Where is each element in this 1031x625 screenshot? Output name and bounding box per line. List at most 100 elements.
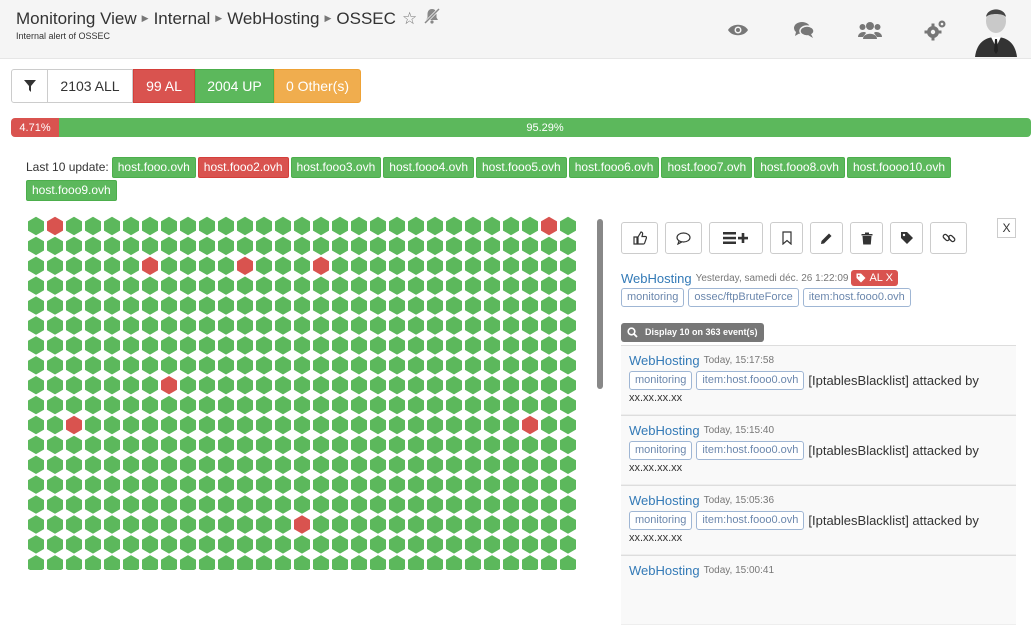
host-hex-alert[interactable] [142,256,158,275]
chip[interactable]: item:host.fooo0.ovh [802,288,911,307]
host-hex-ok[interactable] [446,515,462,534]
host-hex-ok[interactable] [465,316,481,335]
host-hex-ok[interactable] [446,435,462,455]
host-hex-ok[interactable] [123,515,139,534]
event-service-link[interactable]: WebHosting [629,423,700,438]
host-hex-ok[interactable] [313,356,329,375]
host-hex-ok[interactable] [389,515,405,534]
host-hex-ok[interactable] [465,515,481,534]
host-hex-ok[interactable] [351,395,367,415]
host-hex-ok[interactable] [161,236,177,256]
host-hex-ok[interactable] [541,475,557,494]
host-hex-ok[interactable] [237,216,253,236]
host-hex-ok[interactable] [161,216,177,236]
host-hex-ok[interactable] [218,535,234,554]
host-hex-ok[interactable] [351,415,367,435]
host-hex-ok[interactable] [389,535,405,554]
host-hex-ok[interactable] [522,356,538,375]
host-hex-alert[interactable] [47,216,63,236]
host-hex-ok[interactable] [180,395,196,415]
host-hex-ok[interactable] [484,276,500,295]
host-hex-ok[interactable] [503,455,519,474]
tag-button[interactable] [890,222,923,254]
host-hex-alert[interactable] [294,515,310,534]
host-hex-ok[interactable] [161,256,177,275]
host-hex-ok[interactable] [370,376,386,395]
host-hex-ok[interactable] [370,356,386,375]
host-hex-ok[interactable] [503,495,519,514]
host-hex-ok[interactable] [465,435,481,455]
host-hex-ok[interactable] [522,216,538,236]
host-hex-ok[interactable] [85,535,101,554]
host-hex-ok[interactable] [446,376,462,395]
host-hex-ok[interactable] [332,296,348,315]
host-hex-ok[interactable] [256,455,272,474]
host-hex-ok[interactable] [294,535,310,554]
host-hex-ok[interactable] [142,455,158,474]
host-hex-ok[interactable] [199,356,215,375]
host-hex-ok[interactable] [370,276,386,295]
host-hex-ok[interactable] [85,216,101,236]
host-hex-ok[interactable] [142,236,158,256]
host-hex-ok[interactable] [66,435,82,455]
host-hex-ok[interactable] [28,356,44,375]
host-hex-ok[interactable] [161,415,177,435]
host-hex-ok[interactable] [503,395,519,415]
host-hex-ok[interactable] [389,435,405,455]
filter-up-button[interactable]: 2004 UP [195,69,274,103]
host-hex-ok[interactable] [370,415,386,435]
host-hex-ok[interactable] [408,356,424,375]
host-hex-ok[interactable] [28,236,44,256]
host-hex-ok[interactable] [560,356,576,375]
host-hex-ok[interactable] [522,236,538,256]
chip[interactable]: monitoring [629,511,693,530]
host-hex-ok[interactable] [313,475,329,494]
host-hex-ok[interactable] [370,336,386,355]
host-hex-ok[interactable] [123,455,139,474]
host-hex-ok[interactable] [541,495,557,514]
host-hex-ok[interactable] [370,515,386,534]
host-hex-ok[interactable] [66,455,82,474]
host-hex-ok[interactable] [66,216,82,236]
host-hex-ok[interactable] [313,495,329,514]
host-hex-ok[interactable] [180,336,196,355]
host-hex-ok[interactable] [123,236,139,256]
host-hex-ok[interactable] [104,495,120,514]
host-hex-ok[interactable] [104,555,120,570]
host-hex-ok[interactable] [161,495,177,514]
host-hex-ok[interactable] [123,296,139,315]
host-hex-ok[interactable] [560,555,576,570]
filter-button[interactable] [11,69,48,103]
host-hex-ok[interactable] [142,515,158,534]
host-hex-ok[interactable] [484,256,500,275]
host-hex-ok[interactable] [503,435,519,455]
host-hex-ok[interactable] [294,555,310,570]
host-hex-ok[interactable] [104,415,120,435]
host-hex-ok[interactable] [294,475,310,494]
host-hex-ok[interactable] [28,535,44,554]
host-tag[interactable]: host.fooo6.ovh [568,157,660,178]
host-hex-alert[interactable] [313,256,329,275]
host-hex-ok[interactable] [85,256,101,275]
host-hex-ok[interactable] [218,415,234,435]
host-hex-ok[interactable] [503,356,519,375]
host-hex-ok[interactable] [199,495,215,514]
host-hex-ok[interactable] [389,415,405,435]
users-icon[interactable] [837,10,903,50]
host-hex-ok[interactable] [427,276,443,295]
host-hex-ok[interactable] [389,475,405,494]
host-hex-ok[interactable] [123,256,139,275]
host-hex-ok[interactable] [541,535,557,554]
host-hex-ok[interactable] [313,515,329,534]
host-hex-ok[interactable] [560,535,576,554]
host-hex-ok[interactable] [123,316,139,335]
host-hex-ok[interactable] [446,495,462,514]
host-hex-ok[interactable] [465,475,481,494]
host-hex-ok[interactable] [199,535,215,554]
host-hex-ok[interactable] [560,276,576,295]
host-hex-ok[interactable] [332,276,348,295]
gears-icon[interactable] [903,10,969,50]
host-hex-ok[interactable] [522,316,538,335]
host-hex-ok[interactable] [66,276,82,295]
host-hex-ok[interactable] [28,376,44,395]
